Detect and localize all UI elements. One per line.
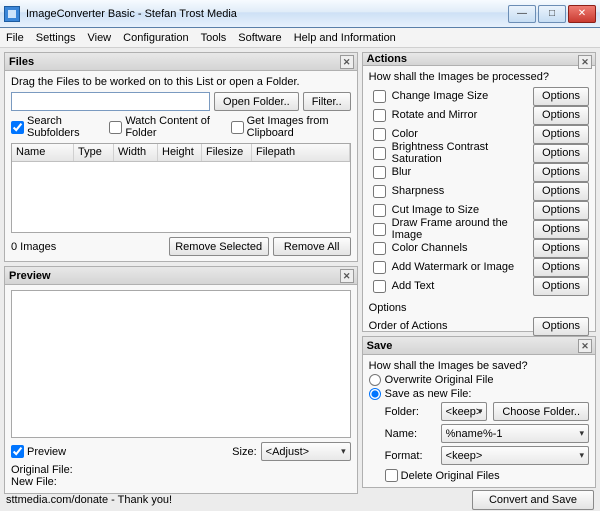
size-label: Size: [232,446,256,458]
menu-view[interactable]: View [87,32,111,44]
files-title: Files [9,56,34,68]
chk-sharpness[interactable] [373,185,386,198]
col-filepath[interactable]: Filepath [252,144,350,161]
status-text: sttmedia.com/donate - Thank you! [6,494,172,506]
actions-panel-close-icon[interactable]: ✕ [578,55,592,69]
col-name[interactable]: Name [12,144,74,161]
actions-panel: Actions ✕ How shall the Images be proces… [362,52,596,332]
col-width[interactable]: Width [114,144,158,161]
opt-text[interactable]: Options [533,277,589,296]
menu-settings[interactable]: Settings [36,32,76,44]
remove-all-button[interactable]: Remove All [273,237,351,256]
chk-blur[interactable] [373,166,386,179]
format-label: Format: [385,450,435,462]
order-label: Order of Actions [369,320,448,332]
actions-title: Actions [367,53,407,65]
close-button[interactable]: ✕ [568,5,596,23]
chk-text[interactable] [373,280,386,293]
new-file-label: New File: [11,476,351,488]
save-panel: Save ✕ How shall the Images be saved? Ov… [362,336,596,488]
menubar: File Settings View Configuration Tools S… [0,28,600,48]
menu-software[interactable]: Software [238,32,281,44]
files-panel-close-icon[interactable]: ✕ [340,55,354,69]
chk-channels[interactable] [373,242,386,255]
overwrite-radio[interactable]: Overwrite Original File [369,374,589,386]
app-icon [4,6,20,22]
menu-file[interactable]: File [6,32,24,44]
original-file-label: Original File: [11,464,351,476]
menu-help[interactable]: Help and Information [294,32,396,44]
folder-select[interactable]: <keep> [441,402,488,421]
chk-rotate[interactable] [373,109,386,122]
delete-original-checkbox[interactable]: Delete Original Files [385,469,589,482]
opt-bcs[interactable]: Options [533,144,589,163]
open-folder-button[interactable]: Open Folder.. [214,92,299,111]
opt-watermark[interactable]: Options [533,258,589,277]
search-subfolders-checkbox[interactable]: Search Subfolders [11,115,97,139]
opt-frame[interactable]: Options [533,220,589,239]
get-clipboard-checkbox[interactable]: Get Images from Clipboard [231,115,351,139]
remove-selected-button[interactable]: Remove Selected [169,237,269,256]
preview-panel: Preview ✕ Preview Size: <Adjust> Or [4,266,358,494]
options-heading: Options [369,302,589,314]
opt-order[interactable]: Options [533,317,589,336]
opt-channels[interactable]: Options [533,239,589,258]
format-select[interactable]: <keep> [441,446,589,465]
menu-configuration[interactable]: Configuration [123,32,188,44]
opt-change-size[interactable]: Options [533,87,589,106]
name-select[interactable]: %name%-1 [441,424,589,443]
watch-content-checkbox[interactable]: Watch Content of Folder [109,115,218,139]
opt-cut[interactable]: Options [533,201,589,220]
opt-color[interactable]: Options [533,125,589,144]
save-title: Save [367,340,393,352]
opt-blur[interactable]: Options [533,163,589,182]
chk-bcs[interactable] [373,147,386,160]
save-panel-close-icon[interactable]: ✕ [578,339,592,353]
col-height[interactable]: Height [158,144,202,161]
maximize-button[interactable]: □ [538,5,566,23]
choose-folder-button[interactable]: Choose Folder.. [493,402,589,421]
preview-size-select[interactable]: <Adjust> [261,442,351,461]
folder-label: Folder: [385,406,435,418]
menu-tools[interactable]: Tools [201,32,227,44]
file-table[interactable]: Name Type Width Height Filesize Filepath [11,143,351,233]
chk-watermark[interactable] [373,261,386,274]
titlebar: ImageConverter Basic - Stefan Trost Medi… [0,0,600,28]
save-new-radio[interactable]: Save as new File: [369,388,589,400]
actions-hint: How shall the Images be processed? [369,71,589,83]
files-hint: Drag the Files to be worked on to this L… [11,76,351,88]
filter-button[interactable]: Filter.. [303,92,351,111]
opt-sharpness[interactable]: Options [533,182,589,201]
files-panel: Files ✕ Drag the Files to be worked on t… [4,52,358,262]
save-hint: How shall the Images be saved? [369,360,589,372]
col-filesize[interactable]: Filesize [202,144,252,161]
col-type[interactable]: Type [74,144,114,161]
chk-color[interactable] [373,128,386,141]
folder-path-input[interactable] [11,92,210,111]
name-label: Name: [385,428,435,440]
preview-title: Preview [9,270,51,282]
minimize-button[interactable]: — [508,5,536,23]
preview-panel-close-icon[interactable]: ✕ [340,269,354,283]
chk-cut[interactable] [373,204,386,217]
chk-frame[interactable] [373,223,386,236]
convert-save-button[interactable]: Convert and Save [472,490,594,510]
window-title: ImageConverter Basic - Stefan Trost Medi… [26,8,508,20]
preview-canvas [11,290,351,438]
chk-change-size[interactable] [373,90,386,103]
opt-rotate[interactable]: Options [533,106,589,125]
preview-checkbox[interactable]: Preview [11,445,66,458]
image-count: 0 Images [11,241,56,253]
